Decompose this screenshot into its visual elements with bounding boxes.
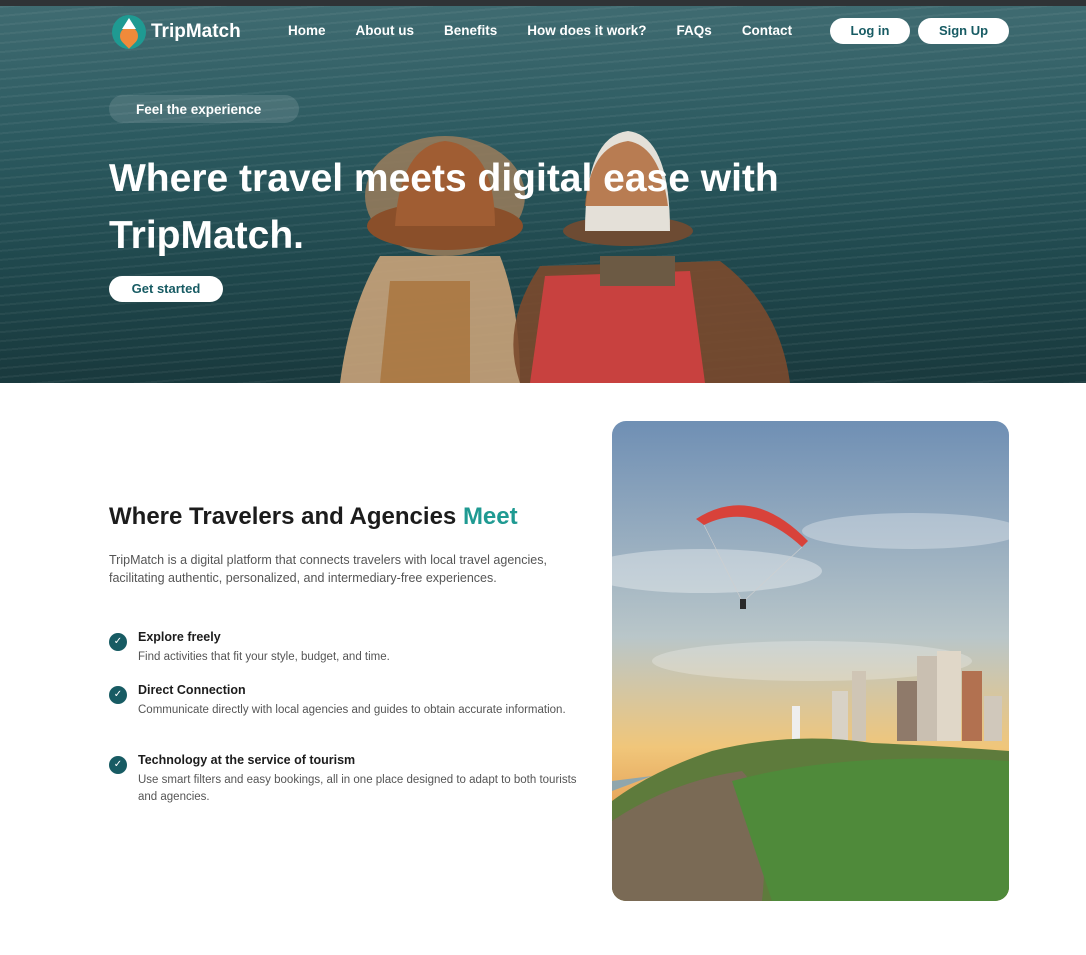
logo-icon (112, 15, 146, 49)
nav-faqs[interactable]: FAQs (677, 23, 712, 38)
nav-how-it-works[interactable]: How does it work? (527, 23, 646, 38)
about-title-main: Where Travelers and Agencies (109, 503, 463, 530)
hero-tagline-badge: Feel the experience (109, 95, 299, 123)
nav-contact[interactable]: Contact (742, 23, 792, 38)
login-button[interactable]: Log in (830, 18, 910, 44)
nav-home[interactable]: Home (288, 23, 326, 38)
check-circle-icon: ✓ (109, 756, 127, 774)
feature-description: Communicate directly with local agencies… (138, 704, 566, 716)
hero-tagline: Feel the experience (136, 102, 262, 117)
nav-benefits[interactable]: Benefits (444, 23, 497, 38)
feature-title: Technology at the service of tourism (138, 753, 356, 767)
brand-name: TripMatch (151, 21, 241, 42)
feature-description: Use smart filters and easy bookings, all… (138, 774, 577, 803)
feature-title: Direct Connection (138, 683, 246, 697)
hero-title: Where travel meets digital ease with Tri… (109, 157, 779, 257)
feature-description: Find activities that fit your style, bud… (138, 651, 390, 663)
about-section-title: Where Travelers and Agencies Meet (109, 503, 518, 531)
feature-title: Explore freely (138, 630, 221, 644)
check-circle-icon: ✓ (109, 686, 127, 704)
nav-about-us[interactable]: About us (356, 23, 415, 38)
paragliding-coast-image (612, 421, 1009, 901)
main-menu: Home About us Benefits How does it work?… (288, 23, 792, 38)
top-navigation: TripMatch Home About us Benefits How doe… (0, 6, 1086, 56)
check-circle-icon: ✓ (109, 633, 127, 651)
get-started-button[interactable]: Get started (109, 276, 223, 302)
about-title-accent: Meet (462, 503, 518, 530)
about-intro: TripMatch is a digital platform that con… (109, 553, 547, 585)
brand-logo[interactable]: TripMatch (112, 15, 241, 49)
signup-button[interactable]: Sign Up (918, 18, 1009, 44)
